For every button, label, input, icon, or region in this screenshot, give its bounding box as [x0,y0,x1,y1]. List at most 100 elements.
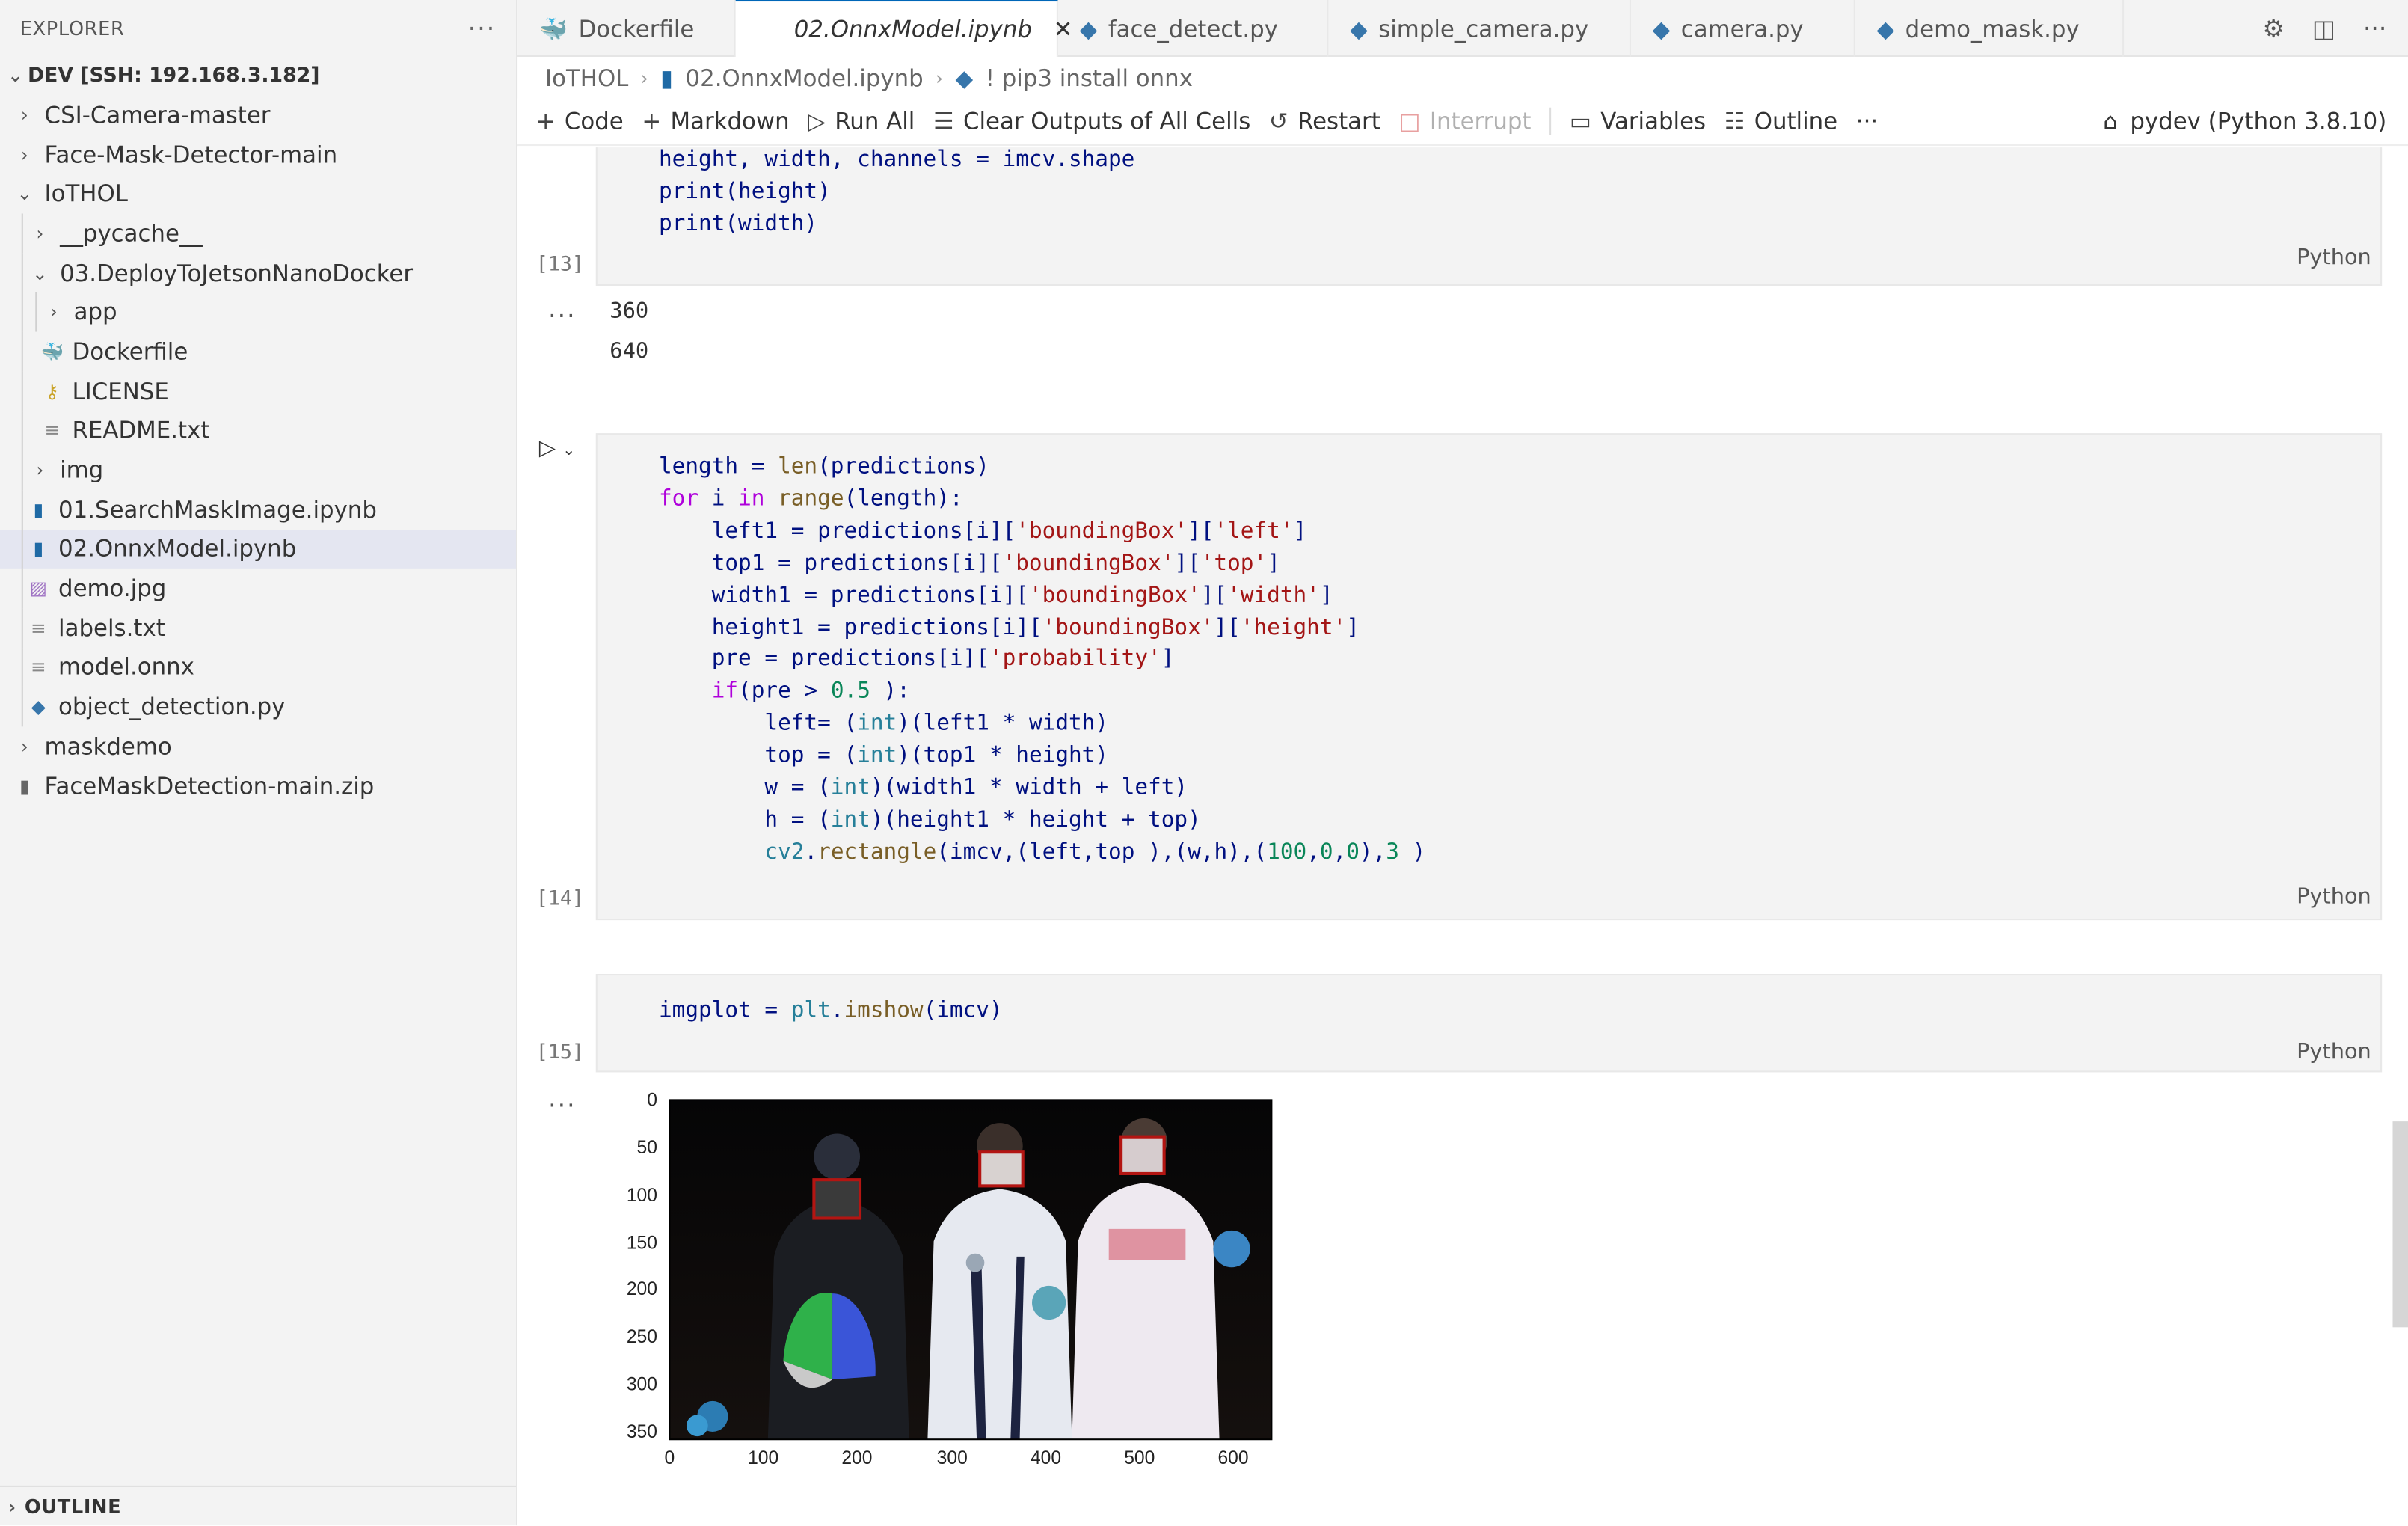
clear-outputs-label: Clear Outputs of All Cells [962,107,1251,135]
more-icon[interactable]: ··· [2363,13,2386,43]
notebook-icon: ▮ [33,498,44,521]
python-icon: ◆ [1652,14,1671,43]
tree-item-license[interactable]: ⚷ LICENSE [0,371,516,411]
tab-simple-camera[interactable]: ◆ simple_camera.py [1328,0,1631,57]
chevron-right-icon: › [49,301,58,323]
notebook-toolbar: + Code + Markdown ▷ Run All ☰ Clear Outp… [517,98,2408,147]
tab-demo-mask[interactable]: ◆ demo_mask.py [1855,0,2125,57]
y-tick-label: 250 [627,1327,657,1347]
python-icon: ◆ [1079,14,1098,43]
tree-item-onnx-notebook[interactable]: ▮ 02.OnnxModel.ipynb [0,529,517,569]
kernel-picker[interactable]: ⌂ pydev (Python 3.8.10) [2103,108,2386,135]
code-line: for i in range(length): [658,486,963,512]
tree-item-label: labels.txt [58,613,165,642]
code-line: pre = predictions[i]['probability'] [658,647,1175,672]
x-axis: 0 100 200 300 400 500 600 [665,1448,1249,1468]
tree-item-label: Dockerfile [72,337,188,366]
play-icon: ▷ [808,107,826,135]
cell-language[interactable]: Python [2297,1040,2371,1064]
code-line: w = (int)(width1 * width + left) [658,776,1188,801]
tab-label: face_detect.py [1108,14,1278,43]
explorer-title: EXPLORER [19,16,125,40]
indent-guide [21,569,23,609]
workspace-root-label: DEV [SSH: 192.168.3.182] [27,64,320,88]
tree-item-iothol[interactable]: ⌄ IoTHOL [0,174,516,214]
chevron-right-icon: › [640,67,648,90]
python-icon: ◆ [31,696,46,718]
tree-item-readme[interactable]: ≡ README.txt [0,411,516,451]
detection-box [812,1178,862,1220]
output-more-icon[interactable]: ··· [548,301,577,331]
tab-actions: ⚙ ◫ ··· [2262,0,2386,57]
tab-dockerfile[interactable]: 🐳 Dockerfile [517,0,736,57]
notebook-scrollbar[interactable] [2392,1121,2408,1328]
tab-face-detect[interactable]: ◆ face_detect.py [1058,0,1329,57]
tree-item-app[interactable]: › app [0,292,516,332]
flower-decoration [686,1415,708,1437]
run-all-button[interactable]: ▷ Run All [808,108,915,135]
outline-button[interactable]: ☷ Outline [1724,108,1837,135]
tree-item-csi-camera[interactable]: › CSI-Camera-master [0,95,516,135]
chevron-right-icon: › [936,67,944,90]
code-line: print(width) [658,212,818,236]
output-more-icon[interactable]: ··· [548,1091,577,1120]
cell-language[interactable]: Python [2297,246,2371,271]
tree-item-maskdemo[interactable]: › maskdemo [0,726,516,766]
text-file-icon: ≡ [31,656,46,678]
tree-item-pycache[interactable]: › __pycache__ [0,213,516,254]
interrupt-button[interactable]: □ Interrupt [1398,108,1531,135]
outline-section[interactable]: › OUTLINE [0,1485,517,1525]
code-cell-15[interactable]: imgplot = plt.imshow(imcv) Python [595,973,2383,1073]
tree-item-label: 03.DeployToJetsonNanoDocker [60,259,414,287]
breadcrumb-item[interactable]: 02.OnnxModel.ipynb [686,64,924,92]
chevron-right-icon: › [20,735,28,758]
notebook-editor: height, width, channels = imcv.shape pri… [517,147,2408,1526]
tree-item-face-mask-detector[interactable]: › Face-Mask-Detector-main [0,135,516,174]
more-icon[interactable]: ··· [468,13,497,42]
tab-camera[interactable]: ◆ camera.py [1631,0,1855,57]
plus-icon: + [535,107,556,135]
variables-button[interactable]: ▭ Variables [1570,108,1706,135]
editor-tabs: 🐳 Dockerfile 02.OnnxModel.ipynb ✕ ◆ face… [517,0,2408,57]
gear-icon[interactable]: ⚙ [2262,13,2284,43]
cell-language[interactable]: Python [2297,885,2371,910]
tree-item-demo-jpg[interactable]: ▨ demo.jpg [0,569,516,609]
chevron-down-icon: ⌄ [32,262,48,284]
add-code-button[interactable]: + Code [536,108,624,135]
run-cell-icon[interactable]: ▷ ⌄ [539,436,575,461]
more-actions-button[interactable]: ··· [1856,108,1878,135]
variables-label: Variables [1600,107,1707,135]
tree-item-zip[interactable]: ▮ FaceMaskDetection-main.zip [0,766,516,806]
outline-label: Outline [1754,107,1838,135]
split-editor-icon[interactable]: ◫ [2312,13,2335,43]
add-markdown-button[interactable]: + Markdown [642,108,789,135]
chevron-down-icon: ⌄ [7,64,23,87]
tree-item-label: Face-Mask-Detector-main [44,140,338,168]
code-cell-13[interactable]: height, width, channels = imcv.shape pri… [595,147,2383,286]
tree-item-label: 02.OnnxModel.ipynb [58,535,297,563]
tree-item-labels-txt[interactable]: ≡ labels.txt [0,608,516,648]
code-cell-14[interactable]: length = len(predictions) for i in range… [595,433,2383,921]
restart-button[interactable]: ↺ Restart [1269,108,1380,135]
indent-guide [21,450,23,490]
tab-onnx-notebook[interactable]: 02.OnnxModel.ipynb ✕ [735,0,1073,57]
y-tick-label: 300 [627,1375,657,1395]
cell-code[interactable]: height, width, channels = imcv.shape pri… [659,147,1134,241]
tree-item-deploy-jetson[interactable]: ⌄ 03.DeployToJetsonNanoDocker [0,253,516,293]
run-all-label: Run All [835,107,915,135]
workspace-root[interactable]: ⌄ DEV [SSH: 192.168.3.182] [0,55,516,95]
tree-item-object-detection[interactable]: ◆ object_detection.py [0,687,516,727]
tree-item-label: __pycache__ [60,219,203,248]
code-line: h = (int)(height1 * height + top) [658,808,1201,833]
breadcrumb-item[interactable]: IoTHOL [545,64,628,92]
clear-outputs-button[interactable]: ☰ Clear Outputs of All Cells [933,108,1250,135]
tree-item-model-onnx[interactable]: ≡ model.onnx [0,647,516,687]
cell-code[interactable]: imgplot = plt.imshow(imcv) [659,996,1003,1028]
code-line: cv2.rectangle(imcv,(left,top ),(w,h),(10… [764,840,1426,865]
tree-item-img[interactable]: › img [0,450,516,490]
code-line: top1 = predictions[i]['boundingBox']['to… [658,551,1280,576]
tree-item-dockerfile[interactable]: 🐳 Dockerfile [0,331,516,372]
cell-code[interactable]: length = len(predictions) for i in range… [659,452,1425,869]
breadcrumb-item[interactable]: ! pip3 install onnx [986,64,1193,92]
tree-item-search-mask-notebook[interactable]: ▮ 01.SearchMaskImage.ipynb [0,489,516,530]
